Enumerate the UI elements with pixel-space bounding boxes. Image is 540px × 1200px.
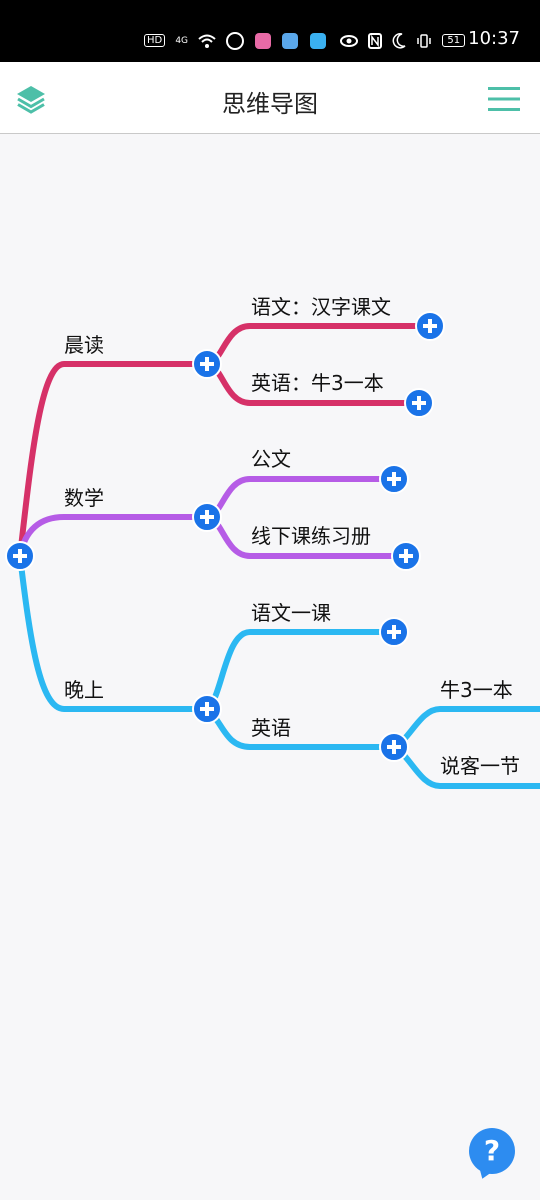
menu-icon (488, 87, 520, 111)
vibrate-icon (417, 33, 432, 48)
root-expand-button[interactable] (5, 541, 35, 571)
plus-icon (387, 472, 401, 486)
node-chinese-text[interactable]: 语文：汉字课文 (251, 291, 391, 320)
node-evening[interactable]: 晚上 (64, 674, 104, 703)
node-shuoke[interactable]: 说客一节 (440, 750, 520, 779)
plus-icon (423, 319, 437, 333)
chinese-lesson-expand-button[interactable] (379, 617, 409, 647)
official-expand-button[interactable] (379, 464, 409, 494)
connector-english (204, 706, 397, 750)
status-icons-left: HD 4G (144, 30, 332, 50)
node-english[interactable]: 英语 (251, 712, 291, 741)
plus-icon (200, 510, 214, 524)
page-title: 思维导图 (222, 90, 318, 118)
plus-icon (399, 549, 413, 563)
signal-icon: 4G (175, 35, 189, 46)
node-official[interactable]: 公文 (251, 443, 291, 472)
morning-expand-button[interactable] (192, 349, 222, 379)
plus-icon (387, 740, 401, 754)
node-workbook[interactable]: 线下课练习册 (251, 520, 371, 549)
connector-evening (17, 553, 210, 712)
english-book-expand-button[interactable] (404, 388, 434, 418)
menu-button[interactable] (488, 86, 520, 112)
node-math[interactable]: 数学 (64, 482, 104, 511)
status-bar: HD 4G 51 10:37 (0, 0, 540, 62)
connector-math (17, 514, 210, 559)
plus-icon (13, 549, 27, 563)
math-expand-button[interactable] (192, 502, 222, 532)
node-niu3-book[interactable]: 牛3一本 (440, 674, 513, 703)
connector-official (204, 476, 397, 520)
connector-niu3 (391, 706, 540, 750)
connector-chinese-lesson (204, 629, 397, 712)
connector-chinese-text (204, 323, 433, 367)
help-button[interactable]: ? (469, 1128, 515, 1174)
plus-icon (412, 396, 426, 410)
plus-icon (200, 357, 214, 371)
eye-icon (340, 34, 358, 47)
chinese-text-expand-button[interactable] (415, 311, 445, 341)
wifi-icon (198, 34, 216, 48)
app-icon-1 (255, 32, 272, 49)
english-expand-button[interactable] (379, 732, 409, 762)
moon-icon (392, 32, 406, 48)
battery-icon: 51 (442, 34, 466, 47)
node-english-book[interactable]: 英语：牛3一本 (251, 367, 384, 396)
connector-morning (17, 361, 210, 559)
evening-expand-button[interactable] (192, 694, 222, 724)
hd-icon: HD (144, 34, 166, 47)
workbook-expand-button[interactable] (391, 541, 421, 571)
app-icon-3 (309, 32, 326, 49)
app-icon-2 (282, 32, 299, 49)
k-app-icon (226, 31, 245, 50)
plus-icon (387, 625, 401, 639)
plus-icon (200, 702, 214, 716)
nfc-icon (368, 32, 383, 49)
node-chinese-lesson[interactable]: 语文一课 (251, 597, 331, 626)
node-morning-reading[interactable]: 晨读 (64, 329, 104, 358)
status-time: 10:37 (468, 28, 520, 49)
app-bar: 思维导图 (0, 62, 540, 134)
status-icons-right: 51 (340, 30, 470, 49)
